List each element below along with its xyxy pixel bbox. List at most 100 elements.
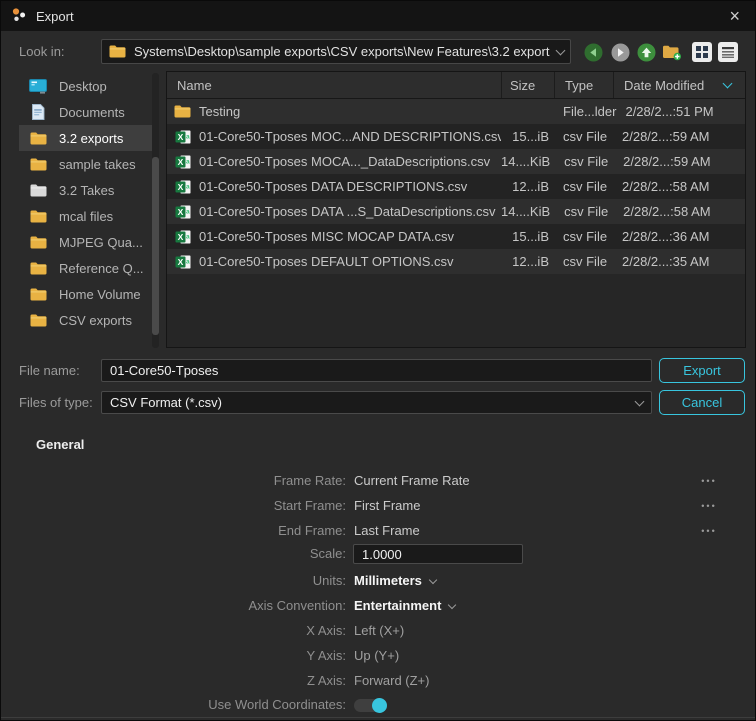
sidebar-item-32-takes[interactable]: 3.2 Takes [19, 177, 159, 203]
column-header-label: Date Modified [624, 78, 704, 93]
units-dropdown[interactable]: Millimeters [354, 569, 436, 593]
z-axis-value: Forward (Z+) [354, 669, 429, 693]
list-view-icon [718, 42, 738, 62]
sidebar-item-desktop[interactable]: Desktop [19, 73, 159, 99]
files-of-type-dropdown[interactable]: CSV Format (*.csv) [101, 391, 652, 414]
grid-view-icon [692, 42, 712, 62]
csv-file-icon: aX [174, 205, 191, 219]
frame-rate-more-button[interactable]: ••• [696, 469, 722, 493]
chevron-down-icon [635, 396, 645, 406]
folder-icon [29, 262, 47, 275]
sidebar-item-label: sample takes [59, 157, 136, 172]
back-button[interactable] [582, 41, 604, 63]
file-list-header: Name Size Type Date Modified [167, 72, 745, 99]
file-size: 12...iB [501, 254, 554, 269]
start-frame-value[interactable]: First Frame [354, 494, 420, 518]
column-header-size[interactable]: Size [501, 72, 554, 98]
file-rows: Testing File...lder 2/28/2...:51 PM aX01… [167, 99, 745, 274]
frame-rate-value[interactable]: Current Frame Rate [354, 469, 470, 493]
column-header-date-modified[interactable]: Date Modified [613, 72, 745, 98]
file-row[interactable]: aX01-Core50-Tposes MOC...AND DESCRIPTION… [167, 124, 745, 149]
cancel-button[interactable]: Cancel [659, 390, 745, 415]
column-header-type[interactable]: Type [554, 72, 613, 98]
up-button[interactable] [635, 41, 657, 63]
axis-convention-label: Axis Convention: [1, 594, 346, 618]
file-row[interactable]: aX01-Core50-Tposes DATA DESCRIPTIONS.csv… [167, 174, 745, 199]
file-name: 01-Core50-Tposes MISC MOCAP DATA.csv [199, 229, 454, 244]
end-frame-value[interactable]: Last Frame [354, 519, 420, 543]
axis-convention-value: Entertainment [354, 594, 441, 618]
desktop-icon [29, 79, 47, 94]
folder-icon [29, 132, 47, 145]
forward-button[interactable] [609, 41, 631, 63]
column-header-name[interactable]: Name [167, 72, 501, 98]
file-size: 14....KiB [501, 154, 555, 169]
grid-view-button[interactable] [691, 41, 713, 63]
file-type: csv File [554, 254, 613, 269]
sidebar-item-mcal-files[interactable]: mcal files [19, 203, 159, 229]
sidebar-item-label: 3.2 exports [59, 131, 123, 146]
use-world-coordinates-toggle[interactable] [354, 699, 387, 712]
file-date: 2/28/2...:36 AM [613, 229, 745, 244]
file-type: csv File [554, 129, 613, 144]
end-frame-label: End Frame: [1, 519, 346, 543]
file-date: 2/28/2...:51 PM [616, 104, 745, 119]
file-row[interactable]: aX 01-Core50-Tposes MOCA..._DataDescripti… [167, 149, 745, 174]
sort-descending-chevron-icon [723, 79, 733, 89]
toggle-knob [372, 698, 387, 713]
file-name: 01-Core50-Tposes MOCA..._DataDescription… [199, 154, 490, 169]
sidebar-item-csv-exports[interactable]: CSV exports [19, 307, 159, 333]
end-frame-more-button[interactable]: ••• [696, 519, 722, 543]
file-name-label: File name: [19, 359, 80, 382]
scale-label: Scale: [1, 542, 346, 566]
svg-text:X: X [177, 182, 183, 192]
file-row[interactable]: aX01-Core50-Tposes DATA ...S_DataDescrip… [167, 199, 745, 224]
start-frame-label: Start Frame: [1, 494, 346, 518]
bottom-divider [1, 717, 755, 718]
chevron-down-icon [448, 601, 456, 609]
forward-icon [611, 43, 630, 62]
folder-icon [174, 105, 191, 118]
places-sidebar: Desktop Documents 3.2 exports sample tak… [19, 73, 159, 348]
svg-text:a: a [185, 183, 189, 190]
file-name: Testing [199, 104, 240, 119]
file-row-testing[interactable]: Testing File...lder 2/28/2...:51 PM [167, 99, 745, 124]
file-row[interactable]: aX01-Core50-Tposes DEFAULT OPTIONS.csv 1… [167, 249, 745, 274]
window-title: Export [36, 9, 74, 24]
file-size: 15...iB [501, 129, 554, 144]
sidebar-item-label: 3.2 Takes [59, 183, 114, 198]
path-combobox[interactable]: Systems\Desktop\sample exports\CSV expor… [101, 39, 571, 64]
units-value: Millimeters [354, 569, 422, 593]
documents-icon [29, 104, 47, 120]
folder-gray-icon [29, 184, 47, 197]
app-icon [11, 7, 27, 26]
file-date: 2/28/2...:58 AM [614, 204, 745, 219]
x-axis-label: X Axis: [1, 619, 346, 643]
path-dropdown-chevron-icon[interactable] [550, 40, 570, 63]
sidebar-item-documents[interactable]: Documents [19, 99, 159, 125]
sidebar-item-32-exports[interactable]: 3.2 exports [19, 125, 159, 151]
folder-icon [29, 158, 47, 171]
sidebar-scrollbar-thumb[interactable] [152, 157, 159, 335]
new-folder-button[interactable] [661, 41, 683, 63]
csv-file-icon: aX [174, 130, 191, 144]
folder-icon [29, 210, 47, 223]
svg-text:a: a [185, 233, 189, 240]
sidebar-item-home-volume[interactable]: Home Volume [19, 281, 159, 307]
sidebar-item-mjpeg[interactable]: MJPEG Qua... [19, 229, 159, 255]
svg-text:a: a [185, 258, 189, 265]
file-name-input[interactable] [101, 359, 652, 382]
csv-file-icon: aX [174, 155, 191, 169]
close-button[interactable]: × [724, 7, 745, 25]
export-button[interactable]: Export [659, 358, 745, 383]
file-size: 15...iB [501, 229, 554, 244]
sidebar-item-sample-takes[interactable]: sample takes [19, 151, 159, 177]
scale-input[interactable] [353, 544, 523, 564]
svg-text:X: X [177, 257, 183, 267]
file-row[interactable]: aX01-Core50-Tposes MISC MOCAP DATA.csv 1… [167, 224, 745, 249]
sidebar-item-reference[interactable]: Reference Q... [19, 255, 159, 281]
start-frame-more-button[interactable]: ••• [696, 494, 722, 518]
general-section-title: General [36, 437, 84, 452]
list-view-button[interactable] [717, 41, 739, 63]
axis-convention-dropdown[interactable]: Entertainment [354, 594, 455, 618]
